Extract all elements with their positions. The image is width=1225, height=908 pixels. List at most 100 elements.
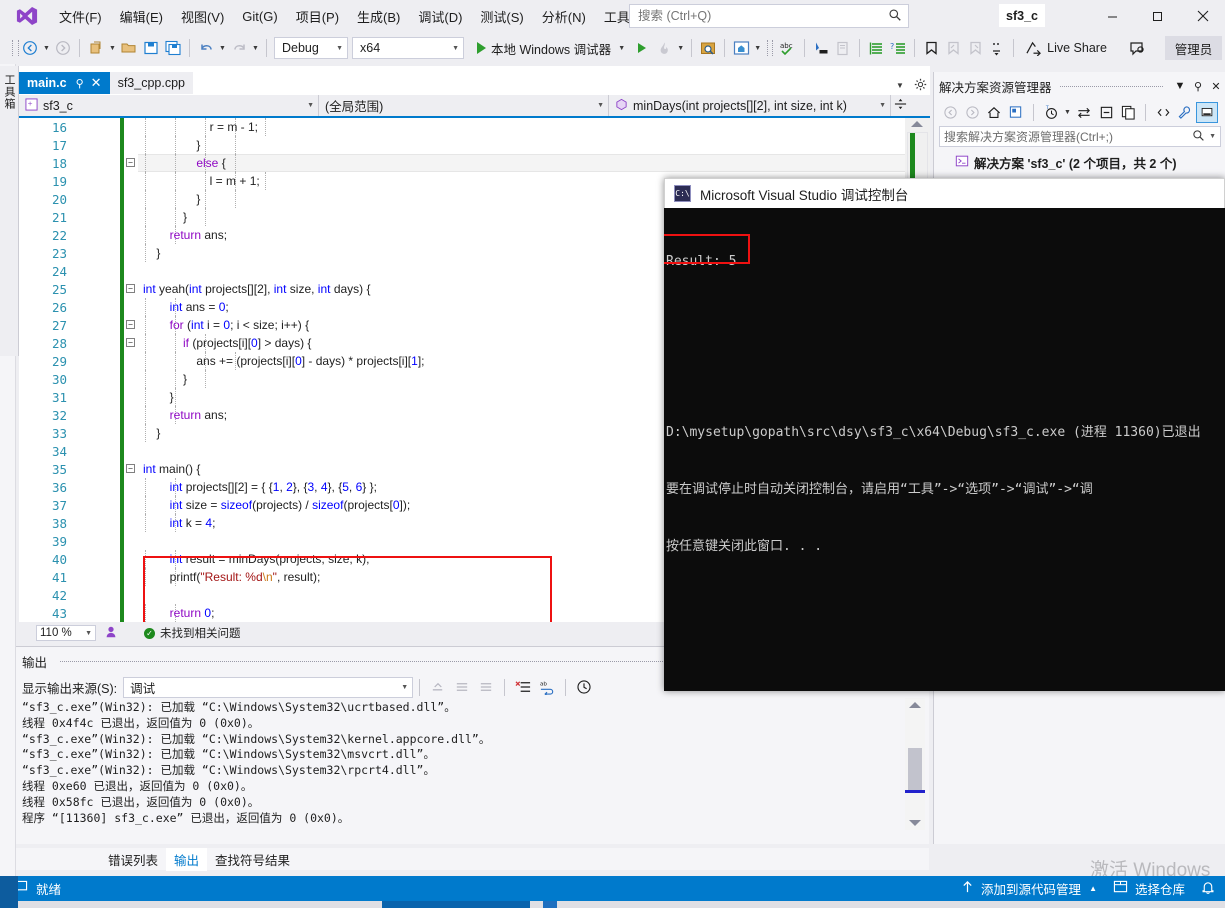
navigate-backward-button[interactable] xyxy=(19,37,41,59)
redo-button[interactable] xyxy=(228,37,250,59)
spell-check-button[interactable]: abc xyxy=(777,37,799,59)
next-bookmark-button[interactable] xyxy=(964,37,986,59)
solution-explorer-search-box[interactable]: 搜索解决方案资源管理器(Ctrl+;) ▼ xyxy=(939,126,1221,147)
hot-reload-dropdown[interactable]: ▼ xyxy=(675,37,686,59)
clear-all-button[interactable] xyxy=(511,676,535,698)
add-to-source-control-button[interactable]: 添加到源代码管理 ▲ xyxy=(961,879,1097,898)
se-pending-changes-dropdown[interactable]: ▼ xyxy=(1062,101,1073,123)
navbar-scope-combo[interactable]: (全局范围) ▼ xyxy=(319,95,609,116)
se-sync-with-active-document-button[interactable] xyxy=(1073,102,1095,123)
menu-debug[interactable]: 调试(D) xyxy=(409,3,471,30)
maximize-button[interactable] xyxy=(1135,0,1180,32)
close-button[interactable] xyxy=(1180,0,1225,32)
comment-lines-button[interactable] xyxy=(865,37,887,59)
se-collapse-all-button[interactable] xyxy=(1095,102,1117,123)
select-repository-button[interactable]: 选择仓库 xyxy=(1113,879,1185,898)
split-editor-button[interactable] xyxy=(891,97,909,114)
scroll-down-arrow-icon[interactable] xyxy=(909,820,921,826)
tab-find-symbol-results[interactable]: 查找符号结果 xyxy=(207,848,298,871)
pin-icon[interactable]: ⚲ xyxy=(1189,80,1207,93)
menu-file[interactable]: 文件(F) xyxy=(50,3,111,30)
new-project-dropdown[interactable]: ▼ xyxy=(107,37,118,59)
menu-edit[interactable]: 编辑(E) xyxy=(111,3,172,30)
solution-explorer-button[interactable] xyxy=(730,37,752,59)
se-back-button[interactable] xyxy=(939,102,961,123)
solution-configuration-combo[interactable]: Debug ▼ xyxy=(274,37,348,59)
scroll-up-arrow-icon[interactable] xyxy=(911,121,923,127)
output-source-combo[interactable]: 调试 ▼ xyxy=(123,676,414,698)
chevron-down-icon[interactable]: ▼ xyxy=(1171,80,1189,92)
toggle-bookmark-button[interactable] xyxy=(920,37,942,59)
new-project-button[interactable] xyxy=(85,37,107,59)
global-search-box[interactable] xyxy=(629,4,909,28)
menu-build[interactable]: 生成(B) xyxy=(348,3,409,30)
send-feedback-button[interactable] xyxy=(1127,37,1149,59)
close-icon[interactable]: ✕ xyxy=(1207,80,1225,93)
se-preview-selected-items-button[interactable] xyxy=(1196,101,1218,123)
scroll-up-arrow-icon[interactable] xyxy=(909,702,921,708)
insert-snippet-button[interactable] xyxy=(810,37,832,59)
navigate-backward-dropdown[interactable]: ▼ xyxy=(41,37,52,59)
se-show-all-files-button[interactable] xyxy=(1005,102,1027,123)
start-without-debugging-button[interactable] xyxy=(631,37,653,59)
close-icon[interactable]: ✕ xyxy=(91,75,102,91)
find-in-files-button[interactable] xyxy=(697,37,719,59)
search-icon[interactable] xyxy=(1192,129,1205,145)
solution-explorer-dropdown[interactable]: ▼ xyxy=(752,37,763,59)
output-text[interactable]: “sf3_c.exe”(Win32): 已加载 “C:\Windows\Syst… xyxy=(22,700,902,828)
save-button[interactable] xyxy=(140,37,162,59)
chevron-down-icon[interactable]: ▼ xyxy=(1209,133,1216,140)
se-properties-window-button[interactable] xyxy=(1117,102,1139,123)
previous-bookmark-button[interactable] xyxy=(942,37,964,59)
tabstrip-dropdown-icon[interactable]: ▼ xyxy=(890,81,910,90)
menu-analyze[interactable]: 分析(N) xyxy=(533,3,595,30)
undo-dropdown[interactable]: ▼ xyxy=(217,37,228,59)
menu-test[interactable]: 测试(S) xyxy=(471,3,532,30)
navigate-forward-button[interactable] xyxy=(52,37,74,59)
toolbox-tab[interactable]: 工具箱 xyxy=(0,66,19,356)
editor-zoom-combo[interactable]: 110 % ▼ xyxy=(36,625,96,641)
tab-error-list[interactable]: 错误列表 xyxy=(100,848,166,871)
clear-bookmarks-button[interactable] xyxy=(986,37,1008,59)
menu-project[interactable]: 项目(P) xyxy=(287,3,348,30)
undo-button[interactable] xyxy=(195,37,217,59)
minimize-button[interactable] xyxy=(1090,0,1135,32)
menu-git[interactable]: Git(G) xyxy=(233,5,286,28)
menu-view[interactable]: 视图(V) xyxy=(172,3,233,30)
uncomment-lines-button[interactable]: ? xyxy=(887,37,909,59)
pin-icon[interactable]: ⚲ xyxy=(76,77,84,90)
fold-toggle-icon[interactable]: − xyxy=(126,320,135,329)
fold-toggle-icon[interactable]: − xyxy=(126,284,135,293)
fold-toggle-icon[interactable]: − xyxy=(126,158,135,167)
fold-toggle-icon[interactable]: − xyxy=(126,338,135,347)
start-debugging-dropdown[interactable]: ▼ xyxy=(616,37,627,59)
debug-console-window[interactable]: C:\ Microsoft Visual Studio 调试控制台 Result… xyxy=(664,178,1225,691)
go-to-next-button[interactable] xyxy=(474,676,498,698)
intellisense-icon[interactable] xyxy=(104,625,118,642)
tab-main-c[interactable]: main.c ⚲ ✕ xyxy=(19,72,110,94)
solution-platform-combo[interactable]: x64 ▼ xyxy=(352,37,464,59)
output-scroll-thumb[interactable] xyxy=(908,748,922,793)
se-home-button[interactable] xyxy=(983,102,1005,123)
start-debugging-button[interactable]: 本地 Windows 调试器 xyxy=(472,36,616,60)
output-vertical-scrollbar[interactable] xyxy=(905,698,925,830)
save-all-button[interactable] xyxy=(162,37,184,59)
tree-item-solution[interactable]: 解决方案 'sf3_c' (2 个项目，共 2 个) xyxy=(939,152,1221,172)
navbar-member-combo[interactable]: minDays(int projects[][2], int size, int… xyxy=(609,95,891,116)
taskbar-item-console[interactable] xyxy=(543,901,557,908)
redo-dropdown[interactable]: ▼ xyxy=(250,37,261,59)
hot-reload-button[interactable] xyxy=(653,37,675,59)
tab-sf3-cpp[interactable]: sf3_cpp.cpp xyxy=(109,72,193,94)
fold-toggle-icon[interactable]: − xyxy=(126,464,135,473)
taskbar-start-button[interactable] xyxy=(0,901,18,908)
taskbar-item-vs[interactable] xyxy=(382,901,530,908)
console-output[interactable]: Result: 5 D:\mysetup\gopath\src\dsy\sf3_… xyxy=(664,208,1225,691)
se-view-code-button[interactable] xyxy=(1152,102,1174,123)
se-properties-button[interactable] xyxy=(1174,102,1196,123)
notifications-button[interactable] xyxy=(1201,880,1215,898)
se-pending-changes-button[interactable]: T xyxy=(1040,102,1062,123)
tab-output[interactable]: 输出 xyxy=(166,847,208,871)
toggle-word-wrap-button[interactable]: ab xyxy=(535,676,559,698)
se-forward-button[interactable] xyxy=(961,102,983,123)
surround-with-button[interactable] xyxy=(832,37,854,59)
